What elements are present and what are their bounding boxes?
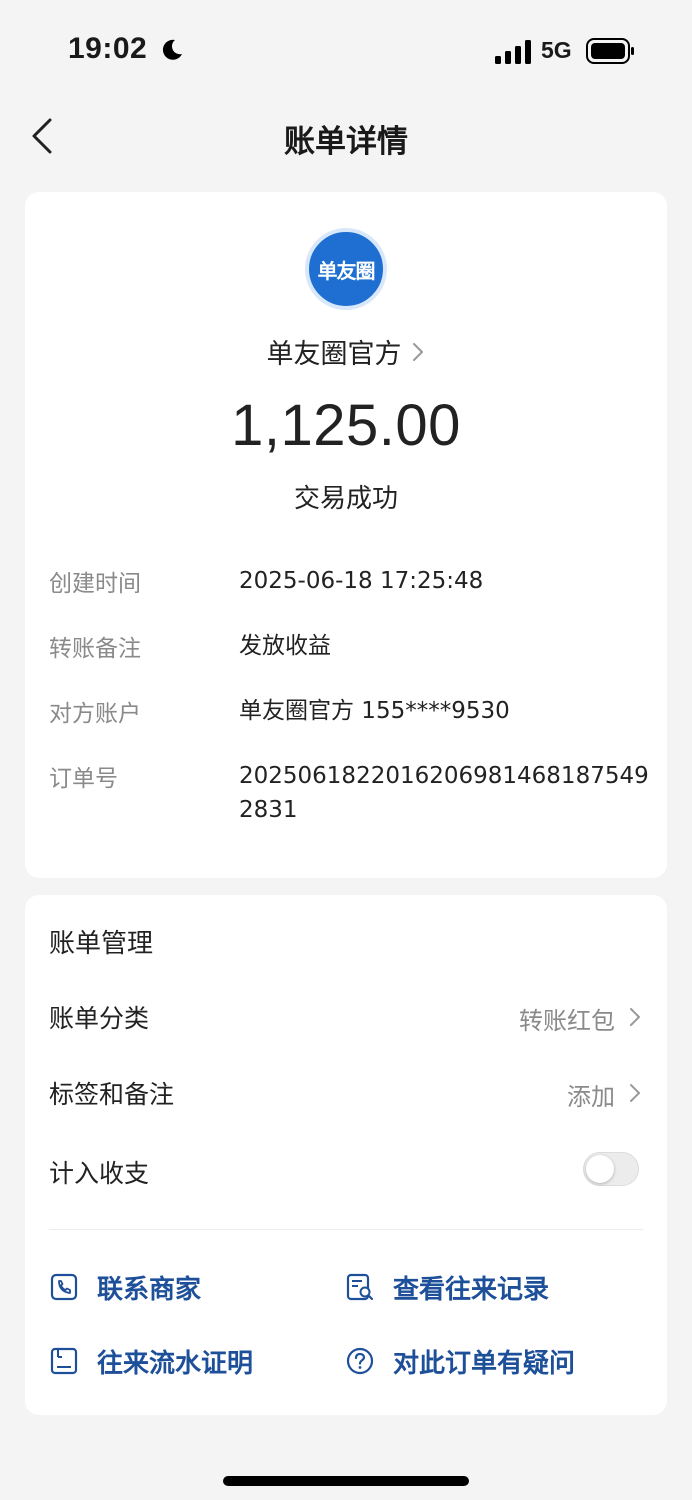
moon-icon xyxy=(162,39,182,60)
tags-notes-value: 添加 xyxy=(567,1083,615,1111)
detail-value: 发放收益 xyxy=(239,633,331,659)
detail-label: 创建时间 xyxy=(49,571,141,597)
merchant-logo-text: 单友圈 xyxy=(317,258,376,283)
question-icon xyxy=(346,1347,374,1375)
battery-icon xyxy=(586,38,634,64)
contact-merchant-button[interactable]: 联系商家 xyxy=(49,1265,201,1309)
transaction-card: 单友圈 单友圈官方 1,125.00 交易成功 创建时间 2025-06-18 … xyxy=(25,192,667,878)
home-indicator xyxy=(223,1476,469,1486)
detail-label: 转账备注 xyxy=(49,636,141,662)
statement-icon xyxy=(50,1347,78,1375)
view-history-button[interactable]: 查看往来记录 xyxy=(345,1265,549,1309)
merchant-name: 单友圈官方 xyxy=(266,339,402,370)
network-label: 5G xyxy=(541,37,572,63)
bill-category-row[interactable]: 账单分类 转账红包 xyxy=(49,995,643,1039)
tags-notes-row[interactable]: 标签和备注 添加 xyxy=(49,1071,643,1115)
include-in-budget-label: 计入收支 xyxy=(49,1159,150,1188)
bill-category-label: 账单分类 xyxy=(49,1004,150,1033)
order-question-label: 对此订单有疑问 xyxy=(393,1348,576,1379)
chevron-right-icon xyxy=(630,1084,640,1102)
view-history-label: 查看往来记录 xyxy=(393,1274,550,1305)
detail-label: 订单号 xyxy=(49,766,118,792)
detail-label: 对方账户 xyxy=(49,701,141,727)
chevron-right-icon xyxy=(412,342,423,361)
phone-icon xyxy=(50,1273,78,1301)
merchant-name-link[interactable]: 单友圈官方 xyxy=(25,332,667,371)
bill-management-title: 账单管理 xyxy=(49,929,154,959)
page-title: 账单详情 xyxy=(284,124,408,160)
status-time: 19:02 xyxy=(68,32,148,65)
transaction-status: 交易成功 xyxy=(293,484,398,514)
record-search-icon xyxy=(346,1273,374,1301)
detail-value: 单友圈官方 155****9530 xyxy=(239,698,510,724)
nav-bar: 账单详情 xyxy=(0,100,692,172)
tags-notes-label: 标签和备注 xyxy=(49,1080,175,1109)
include-in-budget-row: 计入收支 xyxy=(49,1150,643,1194)
contact-merchant-label: 联系商家 xyxy=(97,1274,202,1305)
detail-value: 2025-06-18 17:25:48 xyxy=(239,568,484,594)
divider xyxy=(49,1229,643,1230)
merchant-logo[interactable]: 单友圈 xyxy=(305,228,387,310)
order-number-value[interactable]: 2025061822016206981468187549 2831 xyxy=(239,759,649,827)
include-in-budget-toggle[interactable] xyxy=(583,1152,639,1186)
bill-management-card: 账单管理 账单分类 转账红包 标签和备注 添加 计入收支 联系商家 查看往来记录… xyxy=(25,895,667,1415)
transaction-amount: 1,125.00 xyxy=(231,393,461,458)
status-bar: 19:02 5G xyxy=(0,0,692,100)
statement-proof-button[interactable]: 往来流水证明 xyxy=(49,1339,253,1383)
signal-icon xyxy=(495,40,531,64)
bill-category-value: 转账红包 xyxy=(519,1007,615,1035)
statement-proof-label: 往来流水证明 xyxy=(97,1348,254,1379)
chevron-right-icon xyxy=(630,1008,640,1026)
toggle-knob xyxy=(586,1155,614,1183)
order-question-button[interactable]: 对此订单有疑问 xyxy=(345,1339,575,1383)
